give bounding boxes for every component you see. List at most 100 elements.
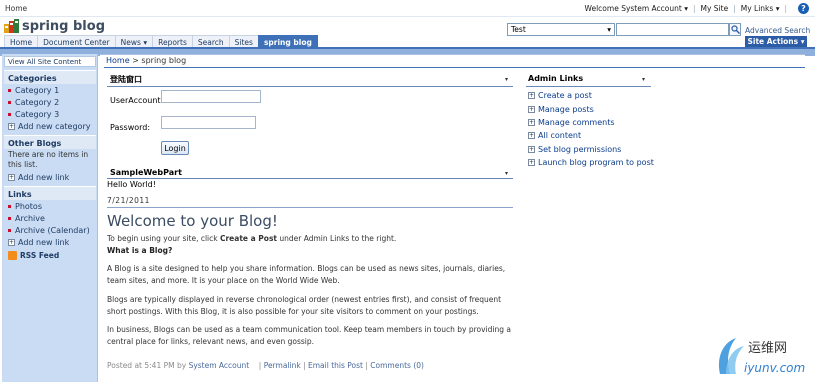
categories-heading[interactable]: Categories (4, 70, 96, 84)
links-label: Archive (15, 213, 45, 223)
webpart-menu-icon[interactable]: ▾ (505, 170, 508, 177)
post-paragraph-3: In business, Blogs can be used as a team… (107, 325, 511, 346)
expand-icon: + (528, 106, 535, 113)
links-heading[interactable]: Links (4, 186, 96, 200)
what-is-heading: What is a Blog? (107, 246, 173, 255)
post-title[interactable]: Welcome to your Blog! (107, 212, 278, 230)
bullet-icon (8, 100, 11, 104)
bullet-icon (8, 112, 11, 116)
top-home-link[interactable]: Home (5, 4, 27, 13)
permalink-link[interactable]: Permalink (264, 361, 301, 370)
site-title[interactable]: spring blog (22, 19, 105, 34)
breadcrumb-current: spring blog (141, 56, 187, 65)
help-icon[interactable]: ? (798, 3, 809, 14)
email-post-link[interactable]: Email this Post (308, 361, 363, 370)
plus-icon: + (8, 173, 15, 181)
admin-links-title: Admin Links (528, 74, 584, 83)
tab-label: Document Center (43, 37, 110, 47)
post-intro: To begin using your site, click Create a… (107, 233, 537, 245)
links-item[interactable]: Archive (4, 212, 96, 224)
links-item[interactable]: Archive (Calendar) (4, 224, 96, 236)
advanced-search-link[interactable]: Advanced Search (745, 26, 810, 35)
welcome-menu[interactable]: Welcome System Account ▾ (585, 4, 688, 13)
login-button[interactable]: Login (161, 141, 189, 155)
separator: | (784, 4, 787, 13)
admin-link-manage-comments[interactable]: + Manage comments (528, 118, 615, 127)
webpart-menu-icon[interactable]: ▾ (505, 76, 508, 83)
add-link-link[interactable]: + Add new link (4, 171, 96, 183)
rss-label: RSS Feed (20, 251, 60, 260)
my-links-caret-icon: ▾ (775, 4, 780, 13)
intro-text: To begin using your site, click (107, 234, 220, 243)
site-actions-label: Site Actions (747, 37, 799, 46)
separator: | (365, 361, 368, 370)
add-link-link[interactable]: + Add new link (4, 236, 96, 248)
tab-label: Reports (158, 37, 187, 47)
other-blogs-empty-note: There are no items in this list. (8, 150, 89, 169)
my-links-label: My Links (740, 4, 774, 13)
top-right-links: Welcome System Account ▾ | My Site | My … (585, 3, 809, 14)
admin-link-label: All content (538, 131, 582, 140)
site-actions-button[interactable]: Site Actions ▾ (745, 36, 807, 47)
separator: | (258, 361, 262, 370)
admin-link-all-content[interactable]: + All content (528, 131, 581, 140)
intro-bold: Create a Post (219, 234, 277, 243)
my-site-link[interactable]: My Site (701, 4, 729, 13)
search-icon (730, 25, 740, 34)
site-actions-caret-icon: ▾ (800, 37, 805, 46)
expand-icon: + (528, 119, 535, 126)
tab-label: Search (197, 37, 224, 47)
tab-label: spring blog (263, 37, 312, 47)
welcome-caret-icon: ▾ (684, 4, 688, 13)
comments-link[interactable]: Comments (0) (370, 361, 424, 370)
view-all-site-content-link[interactable]: View All Site Content (4, 56, 96, 67)
user-account-input[interactable] (161, 90, 261, 103)
bullet-icon (8, 228, 11, 232)
posted-by-link[interactable]: System Account (189, 361, 250, 370)
search-button[interactable] (729, 23, 741, 36)
site-logo-icon (4, 19, 19, 33)
admin-link-label: Set blog permissions (538, 145, 622, 154)
watermark-cn: 运维网 (748, 341, 787, 356)
admin-link-create-post[interactable]: + Create a post (528, 91, 592, 100)
breadcrumb: Home > spring blog (106, 56, 186, 65)
tab-label: Sites (234, 37, 253, 47)
separator: | (733, 4, 736, 13)
tab-label: Home (10, 37, 33, 47)
links-label: Archive (Calendar) (15, 225, 90, 235)
links-item[interactable]: Photos (4, 200, 96, 212)
password-input[interactable] (161, 116, 256, 129)
links-label: Photos (15, 201, 42, 211)
expand-icon: + (528, 146, 535, 153)
news-caret-icon: ▾ (143, 37, 148, 47)
watermark-url: iyunv.com (744, 361, 805, 375)
category-item[interactable]: Category 3 (4, 108, 96, 120)
watermark-logo: 运维网 iyunv.com (718, 338, 805, 375)
category-item[interactable]: Category 2 (4, 96, 96, 108)
post-paragraph-1: A Blog is a site designed to help you sh… (107, 264, 506, 285)
plus-icon: + (8, 238, 15, 246)
welcome-label: Welcome System Account (584, 4, 682, 13)
search-input[interactable] (616, 23, 729, 36)
my-links-menu[interactable]: My Links ▾ (741, 4, 780, 13)
category-item[interactable]: Category 1 (4, 84, 96, 96)
admin-link-launch-program[interactable]: + Launch blog program to post (528, 158, 654, 167)
rss-feed-link[interactable]: RSS Feed (4, 248, 96, 260)
breadcrumb-home-link[interactable]: Home (106, 56, 130, 65)
add-category-label: Add new category (18, 121, 91, 131)
search-scope-select[interactable]: Test ▾ (507, 23, 615, 36)
bullet-icon (8, 216, 11, 220)
post-footer: Posted at 5:41 PM by System Account | Pe… (107, 361, 424, 370)
webpart-menu-icon[interactable]: ▾ (642, 76, 645, 83)
other-blogs-heading[interactable]: Other Blogs (4, 135, 96, 149)
add-category-link[interactable]: + Add new category (4, 120, 96, 132)
intro-text-end: under Admin Links to the right. (277, 234, 397, 243)
search-scope-value: Test (511, 25, 526, 34)
admin-link-manage-posts[interactable]: + Manage posts (528, 105, 594, 114)
expand-icon: + (528, 92, 535, 99)
webpart-divider (107, 178, 513, 179)
add-link-label: Add new link (18, 237, 70, 247)
sample-webpart-title: SampleWebPart (110, 168, 182, 177)
admin-link-label: Manage comments (538, 118, 615, 127)
admin-link-permissions[interactable]: + Set blog permissions (528, 145, 621, 154)
